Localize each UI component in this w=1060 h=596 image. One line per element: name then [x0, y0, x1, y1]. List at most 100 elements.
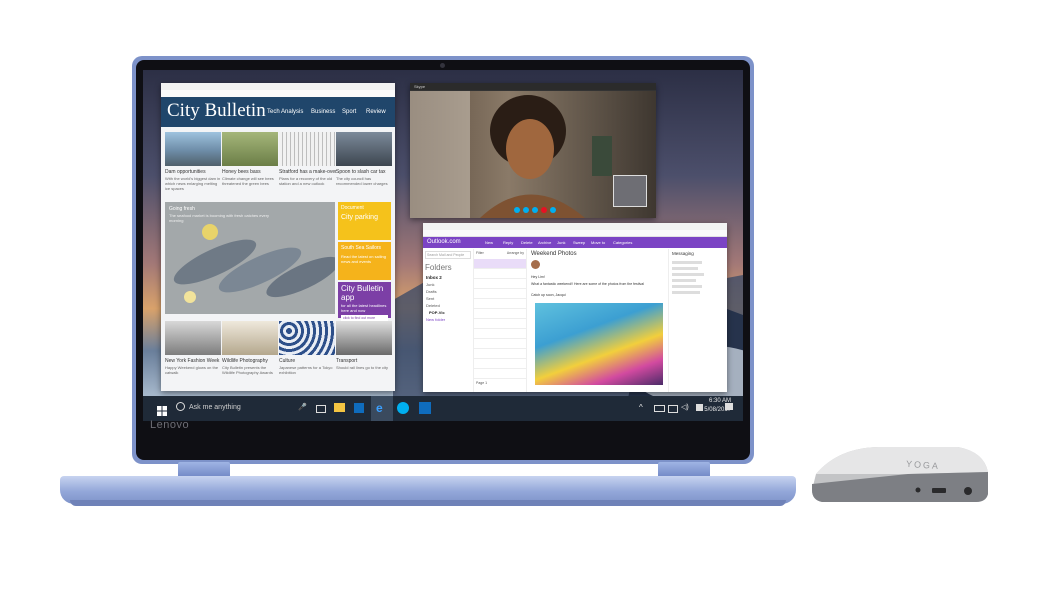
- message-row[interactable]: [474, 329, 526, 339]
- windows-icon: [157, 406, 167, 416]
- cortana-icon[interactable]: [176, 402, 185, 411]
- toolbar-categories[interactable]: Categories: [613, 240, 632, 245]
- story-headline[interactable]: Wildlife Photography: [222, 358, 280, 364]
- edge-taskbar-button[interactable]: e: [371, 396, 393, 421]
- yoga-device-shape: [812, 447, 988, 502]
- story-image-bees[interactable]: [222, 132, 278, 166]
- promo-block-document[interactable]: Document City parking: [338, 202, 391, 240]
- story-blurb: City Bulletin presents the Wildlife Phot…: [222, 365, 273, 375]
- file-explorer-icon[interactable]: [334, 403, 345, 412]
- story-image-wildlife[interactable]: [222, 321, 278, 355]
- message-row[interactable]: [474, 359, 526, 369]
- toolbar-delete[interactable]: Delete: [521, 240, 533, 245]
- message-row[interactable]: [474, 369, 526, 379]
- volume-icon[interactable]: ◁): [681, 403, 689, 411]
- message-row[interactable]: [474, 299, 526, 309]
- toolbar-new[interactable]: New: [485, 240, 493, 245]
- contact-item[interactable]: [672, 261, 702, 264]
- network-icon[interactable]: [668, 405, 678, 413]
- story-blurb: Climate change will see bees threatened …: [222, 176, 274, 186]
- arrange-dropdown[interactable]: Arrange by: [507, 251, 524, 255]
- nav-tech-analysis[interactable]: Tech Analysis: [267, 109, 303, 115]
- story-headline[interactable]: Culture: [279, 358, 337, 364]
- folder-junk[interactable]: Junk: [423, 281, 473, 288]
- contact-item[interactable]: [672, 279, 696, 282]
- end-call-icon[interactable]: [541, 207, 547, 213]
- chevron-up-icon[interactable]: ^: [639, 403, 643, 412]
- contact-item[interactable]: [672, 273, 704, 276]
- store-icon[interactable]: [354, 403, 364, 413]
- story-image-fashion[interactable]: [165, 321, 221, 355]
- action-center-icon[interactable]: [725, 403, 733, 410]
- story-image-dam[interactable]: [165, 132, 221, 166]
- cortana-search-box[interactable]: Ask me anything: [189, 404, 241, 411]
- folder-sent[interactable]: Sent: [423, 295, 473, 302]
- news-title: City Bulletin: [167, 100, 266, 121]
- message-row[interactable]: [474, 259, 526, 269]
- email-signoff: Catch up soon, Jacqui: [531, 293, 566, 297]
- contact-item[interactable]: [672, 291, 700, 294]
- contact-item[interactable]: [672, 285, 702, 288]
- lenovo-logo: Lenovo: [150, 419, 190, 431]
- toolbar-reply[interactable]: Reply: [503, 240, 513, 245]
- microphone-icon[interactable]: 🎤: [298, 403, 307, 411]
- feature-image-fish[interactable]: Going fresh The seafood market is boomin…: [165, 202, 335, 314]
- story-image-culture[interactable]: [279, 321, 335, 355]
- story-headline[interactable]: Honey bees bass: [222, 169, 280, 175]
- story-headline[interactable]: Stratford has a make-over: [279, 169, 337, 175]
- folder-pop[interactable]: POP-Vic: [423, 309, 473, 316]
- story-headline[interactable]: New York Fashion Week: [165, 358, 223, 364]
- folder-drafts[interactable]: Drafts: [423, 288, 473, 295]
- outlook-toolbar: Outlook.com New Reply Delete Archive Jun…: [423, 237, 727, 248]
- video-toggle-icon[interactable]: [514, 207, 520, 213]
- skype-titlebar: Skype: [410, 83, 656, 91]
- folder-inbox[interactable]: Inbox 2: [423, 274, 473, 281]
- toolbar-archive[interactable]: Archive: [538, 240, 551, 245]
- mute-icon[interactable]: [523, 207, 529, 213]
- laptop-base-edge: [70, 500, 786, 506]
- battery-icon[interactable]: [654, 405, 665, 412]
- filter-dropdown[interactable]: Filter: [476, 251, 484, 255]
- story-headline[interactable]: Dam opportunities: [165, 169, 223, 175]
- message-row[interactable]: [474, 269, 526, 279]
- webcam: [440, 63, 445, 68]
- story-image-transport[interactable]: [336, 321, 392, 355]
- story-headline[interactable]: Spoon to slash car tax: [336, 169, 394, 175]
- start-button[interactable]: [157, 403, 167, 416]
- message-row[interactable]: [474, 339, 526, 349]
- toolbar-sweep[interactable]: Sweep: [573, 240, 585, 245]
- nav-business[interactable]: Business: [311, 109, 335, 115]
- story-blurb: The city council has recommended lower c…: [336, 176, 388, 186]
- toolbar-junk[interactable]: Junk: [557, 240, 565, 245]
- message-row[interactable]: [474, 319, 526, 329]
- add-people-icon[interactable]: [532, 207, 538, 213]
- story-blurb: With the world's biggest dam in which ne…: [165, 176, 221, 191]
- promo-block-sailors[interactable]: South Sea Sailors Read the latest on sai…: [338, 242, 391, 280]
- toolbar-move-to[interactable]: Move to: [591, 240, 605, 245]
- contact-item[interactable]: [672, 267, 698, 270]
- outlook-address-bar[interactable]: [423, 230, 727, 237]
- app-promo[interactable]: City Bulletin app for all the latest hea…: [338, 282, 391, 321]
- nav-sport[interactable]: Sport: [342, 109, 356, 115]
- self-view-preview[interactable]: [613, 175, 647, 207]
- feature-label: Going fresh: [169, 206, 195, 212]
- folder-new[interactable]: New folder: [423, 316, 473, 323]
- outlook-brand[interactable]: Outlook.com: [427, 239, 461, 245]
- story-headline[interactable]: Transport: [336, 358, 394, 364]
- folder-deleted[interactable]: Deleted: [423, 302, 473, 309]
- promo-title: Document: [341, 205, 364, 211]
- pager[interactable]: Page 1: [474, 379, 526, 387]
- festival-photo[interactable]: [535, 303, 663, 385]
- search-input[interactable]: Search Mail and People: [425, 251, 471, 259]
- message-row[interactable]: [474, 289, 526, 299]
- message-row[interactable]: [474, 349, 526, 359]
- message-row[interactable]: [474, 309, 526, 319]
- story-image-stratford[interactable]: [279, 132, 335, 166]
- nav-review[interactable]: Review: [366, 109, 386, 115]
- outlook-icon[interactable]: [419, 402, 431, 414]
- story-image-traffic[interactable]: [336, 132, 392, 166]
- chat-icon[interactable]: [550, 207, 556, 213]
- skype-icon[interactable]: [397, 402, 409, 414]
- message-row[interactable]: [474, 279, 526, 289]
- task-view-icon[interactable]: [316, 405, 326, 413]
